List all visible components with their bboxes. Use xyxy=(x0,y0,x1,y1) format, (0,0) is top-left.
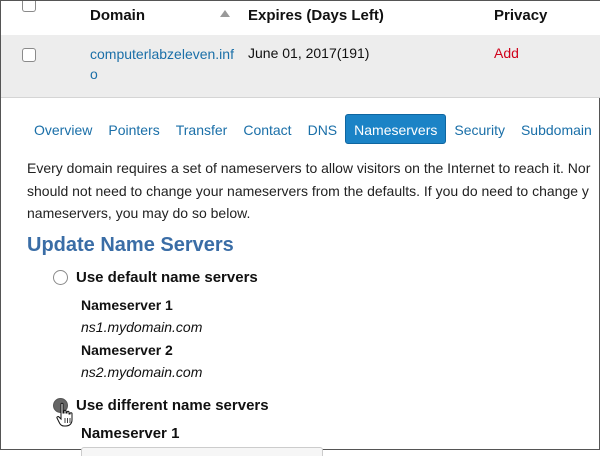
nameserver-1-title: Nameserver 1 xyxy=(81,297,173,313)
tab-transfer[interactable]: Transfer xyxy=(168,115,236,145)
table-row: computerlabzeleven.info June 01, 2017(19… xyxy=(1,35,600,98)
tab-subdomain[interactable]: Subdomain xyxy=(513,115,600,145)
add-privacy-link[interactable]: Add xyxy=(494,45,519,61)
default-nameservers-radio[interactable] xyxy=(53,270,68,285)
tab-dns[interactable]: DNS xyxy=(300,115,346,145)
expires-column-header[interactable]: Expires (Days Left) xyxy=(248,7,384,24)
description-line: should not need to change your nameserve… xyxy=(27,182,589,199)
tab-overview[interactable]: Overview xyxy=(26,115,100,145)
hand-cursor-icon xyxy=(56,402,73,427)
nameservers-description: Every domain requires a set of nameserve… xyxy=(27,157,600,225)
nameserver-1-value: ns1.mydomain.com xyxy=(81,319,203,335)
domain-table-header: Domain Expires (Days Left) Privacy xyxy=(1,1,600,36)
tab-pointers[interactable]: Pointers xyxy=(100,115,167,145)
custom-nameserver-1-input[interactable] xyxy=(81,447,323,456)
section-title: Update Name Servers xyxy=(27,234,234,256)
description-line: nameservers, you may do so below. xyxy=(27,205,251,221)
description-line: Every domain requires a set of nameserve… xyxy=(27,160,591,176)
default-nameservers-label[interactable]: Use default name servers xyxy=(76,269,258,286)
nameserver-2-value: ns2.mydomain.com xyxy=(81,364,203,380)
expires-value: June 01, 2017(191) xyxy=(248,45,370,61)
select-all-checkbox[interactable] xyxy=(22,1,36,12)
domain-tabs: Overview Pointers Transfer Contact DNS Namese… xyxy=(26,114,600,144)
sort-ascending-icon[interactable] xyxy=(220,10,230,17)
domain-link[interactable]: computerlabzeleven.info xyxy=(90,44,240,84)
nameserver-2-title: Nameserver 2 xyxy=(81,342,173,358)
tab-contact[interactable]: Contact xyxy=(235,115,299,145)
different-nameservers-label[interactable]: Use different name servers xyxy=(76,397,269,414)
tab-nameservers[interactable]: Nameservers xyxy=(345,114,447,144)
privacy-column-header: Privacy xyxy=(494,7,548,24)
tab-security[interactable]: Security xyxy=(446,115,513,145)
domain-column-header[interactable]: Domain xyxy=(90,7,145,24)
row-checkbox[interactable] xyxy=(22,48,36,62)
custom-nameserver-1-title: Nameserver 1 xyxy=(81,425,180,442)
